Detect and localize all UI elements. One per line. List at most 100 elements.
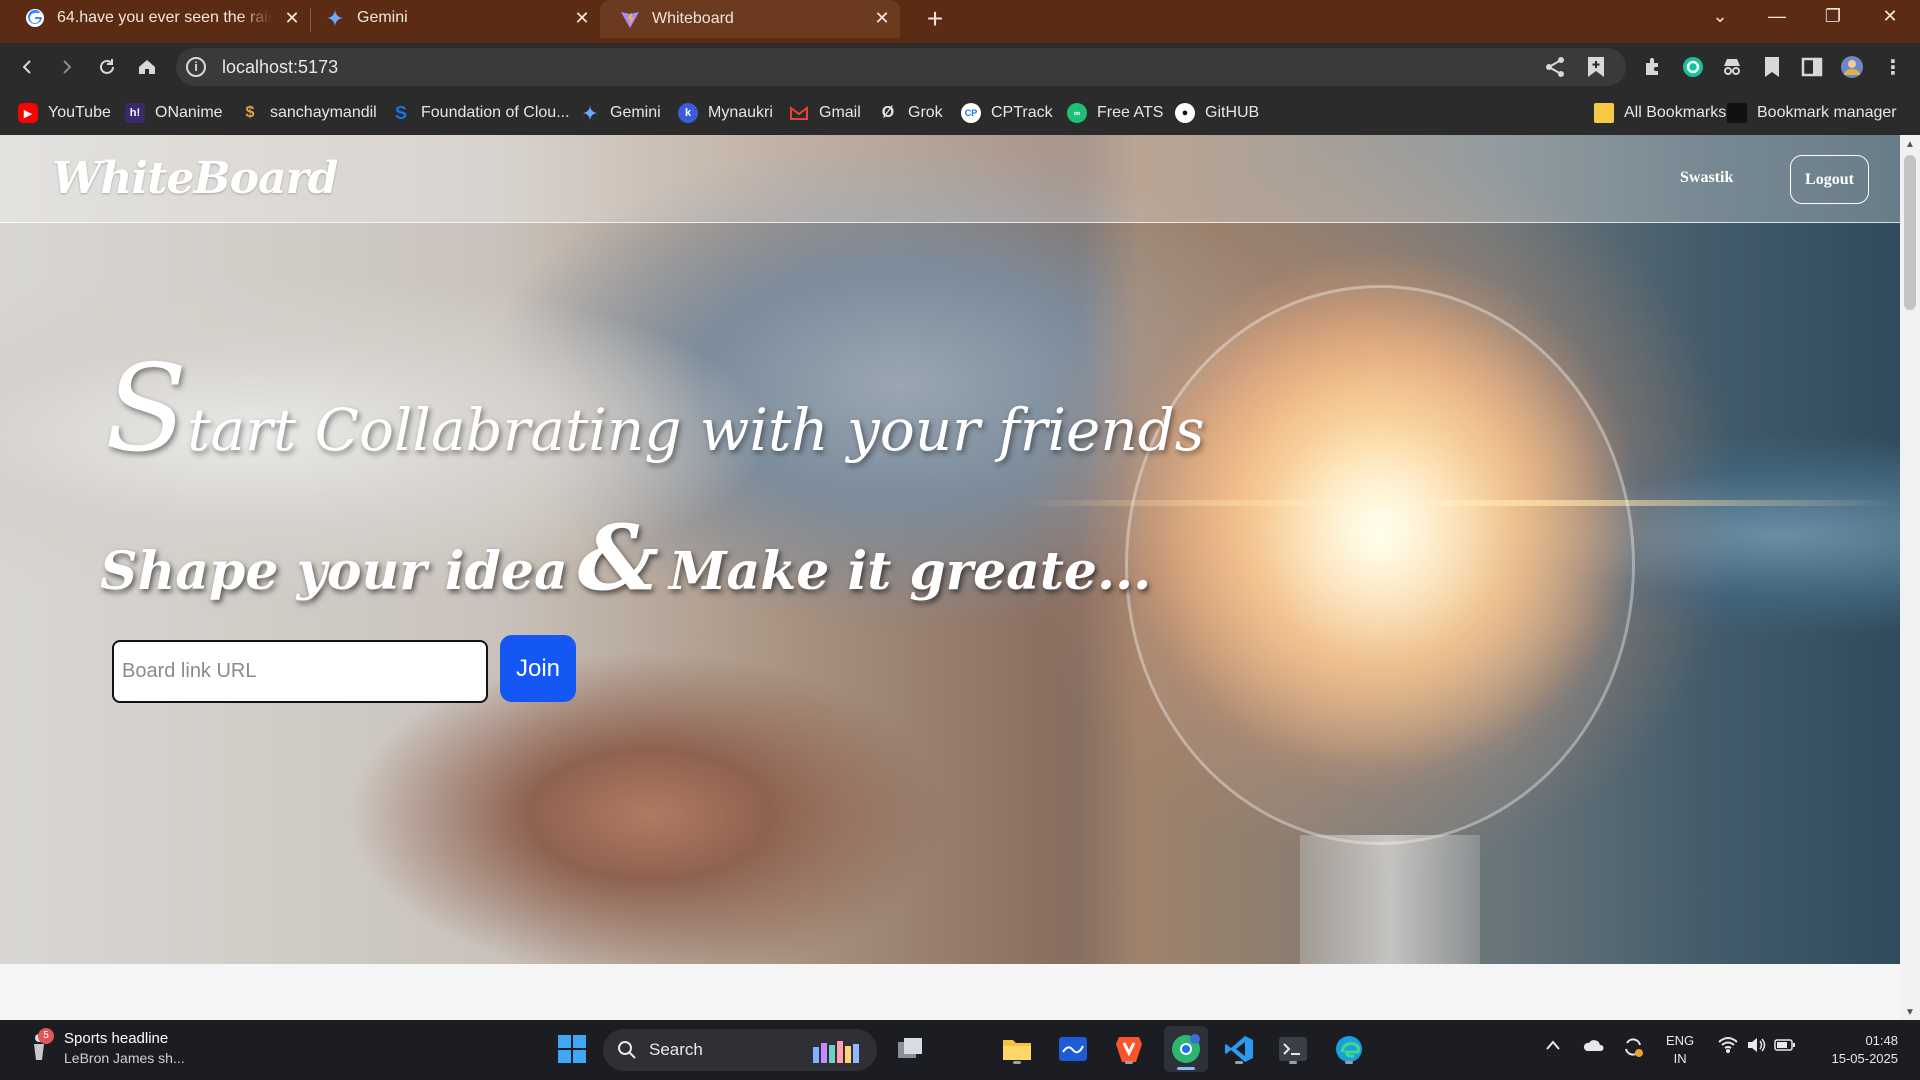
tab-whiteboard[interactable]: Whiteboard ✕: [600, 0, 900, 38]
browser-toolbar: i localhost:5173 ⋮: [0, 43, 1920, 91]
bookmark-grok[interactable]: Ø Grok: [878, 103, 943, 123]
youtube-icon: ▶: [18, 103, 38, 123]
tab-song[interactable]: 64.have you ever seen the rain rain ✕: [10, 0, 310, 36]
bookmark-onanime[interactable]: h! ONanime: [125, 103, 223, 123]
join-button[interactable]: Join: [500, 635, 576, 702]
close-tab-icon[interactable]: ✕: [872, 8, 892, 28]
url-text[interactable]: localhost:5173: [222, 57, 338, 78]
freeats-icon: ∞: [1067, 103, 1087, 123]
tab-title: Gemini: [357, 9, 408, 26]
incognito-extension-icon[interactable]: [1720, 55, 1744, 79]
bookmark-star-icon[interactable]: [1586, 56, 1606, 83]
reload-icon[interactable]: [93, 53, 121, 81]
home-icon[interactable]: [133, 53, 161, 81]
file-explorer-icon[interactable]: [1000, 1032, 1034, 1066]
lightbulb-base-image: [1300, 835, 1480, 964]
chrome-dev-icon[interactable]: [1164, 1026, 1208, 1072]
grammar-extension-icon[interactable]: [1681, 55, 1705, 79]
board-link-input[interactable]: [112, 640, 488, 703]
page-viewport: WhiteBoard Swastik Logout Start Collabra…: [0, 135, 1900, 1020]
scroll-up-arrow-icon[interactable]: ▲: [1905, 139, 1915, 150]
bookmark-foundation[interactable]: S Foundation of Clou...: [391, 103, 570, 123]
task-view-icon[interactable]: [893, 1032, 927, 1066]
news-widget[interactable]: 5 Sports headline LeBron James sh...: [28, 1028, 185, 1066]
bookmark-sanchaymandil[interactable]: $ sanchaymandil: [240, 103, 377, 123]
reading-list-icon[interactable]: [1760, 55, 1784, 79]
navbar: WhiteBoard Swastik Logout: [0, 135, 1900, 223]
subheadline-part-2: Make it greate...: [668, 541, 1152, 602]
search-label: Search: [649, 1040, 703, 1059]
subheadline-part-1: Shape your idea: [100, 541, 568, 602]
restore-icon[interactable]: ❐: [1818, 6, 1848, 27]
edge-browser-icon[interactable]: [1332, 1032, 1366, 1066]
new-tab-button[interactable]: +: [920, 3, 950, 35]
share-icon[interactable]: [1544, 56, 1566, 83]
logout-button[interactable]: Logout: [1790, 155, 1869, 204]
terminal-icon[interactable]: [1276, 1032, 1310, 1066]
bookmark-freeats[interactable]: ∞ Free ATS: [1067, 103, 1163, 123]
close-window-icon[interactable]: ✕: [1875, 6, 1905, 27]
whiteboard-app-icon[interactable]: [1056, 1032, 1090, 1066]
running-indicator: [1013, 1061, 1021, 1064]
bookmark-github[interactable]: ● GitHUB: [1175, 103, 1259, 123]
profile-avatar-icon[interactable]: [1840, 55, 1864, 79]
language-indicator[interactable]: ENG IN: [1666, 1032, 1694, 1068]
windows-taskbar: 5 Sports headline LeBron James sh... Sea…: [0, 1020, 1920, 1080]
browser-menu-icon[interactable]: ⋮: [1881, 55, 1905, 79]
windows-start-icon[interactable]: [555, 1032, 589, 1066]
news-badge: 5: [38, 1028, 54, 1044]
onanime-icon: h!: [125, 103, 145, 123]
news-subtitle: LeBron James sh...: [64, 1050, 185, 1066]
bookmark-label: Grok: [908, 104, 943, 121]
forward-icon[interactable]: [52, 53, 80, 81]
taskbar-search[interactable]: Search: [603, 1029, 877, 1071]
grok-icon: Ø: [881, 104, 895, 121]
scroll-down-arrow-icon[interactable]: ▼: [1905, 1007, 1915, 1018]
bookmark-label: sanchaymandil: [270, 104, 377, 121]
bookmark-label: Free ATS: [1097, 104, 1164, 121]
folder-icon: [1594, 103, 1614, 123]
bookmark-mynaukri[interactable]: k Mynaukri: [678, 103, 773, 123]
site-info-icon[interactable]: i: [186, 57, 206, 77]
address-bar[interactable]: i localhost:5173: [176, 48, 1626, 86]
bookmark-cptrack[interactable]: CP CPTrack: [961, 103, 1053, 123]
all-bookmarks-folder[interactable]: All Bookmarks: [1594, 103, 1726, 123]
extensions-puzzle-icon[interactable]: [1641, 55, 1665, 79]
bookmark-label: CPTrack: [991, 104, 1053, 121]
all-bookmarks-label: All Bookmarks: [1624, 104, 1727, 121]
headline-initial: S: [105, 340, 188, 479]
show-hidden-icons-chevron[interactable]: [1545, 1038, 1561, 1054]
brave-browser-icon[interactable]: [1112, 1032, 1146, 1066]
running-indicator: [1235, 1061, 1243, 1064]
page-scrollbar[interactable]: ▲ ▼: [1900, 135, 1920, 1020]
mynaukri-icon: k: [678, 103, 698, 123]
system-clock[interactable]: 01:48 15-05-2025: [1818, 1032, 1899, 1068]
bookmark-gmail[interactable]: Gmail: [789, 103, 861, 123]
bookmark-manager-label: Bookmark manager: [1757, 104, 1897, 121]
gemini-icon: [325, 8, 345, 28]
basketball-player-icon: 5: [28, 1028, 54, 1062]
close-tab-icon[interactable]: ✕: [572, 8, 592, 28]
bookmark-label: Foundation of Clou...: [421, 104, 570, 121]
close-tab-icon[interactable]: ✕: [282, 8, 302, 28]
back-icon[interactable]: [14, 53, 42, 81]
battery-icon[interactable]: [1774, 1037, 1796, 1056]
search-icon: [617, 1040, 637, 1065]
bookmark-youtube[interactable]: ▶ YouTube: [18, 103, 111, 123]
volume-icon[interactable]: [1746, 1036, 1766, 1057]
wifi-icon[interactable]: [1718, 1036, 1738, 1057]
search-highlight-icon: [809, 1035, 867, 1065]
brand-logo[interactable]: WhiteBoard: [52, 153, 338, 204]
bookmark-manager-folder[interactable]: Bookmark manager: [1727, 103, 1897, 123]
bookmark-gemini[interactable]: Gemini: [580, 103, 661, 123]
tab-title: Whiteboard: [652, 10, 734, 27]
minimize-icon[interactable]: —: [1762, 6, 1792, 27]
foundation-icon: S: [394, 102, 407, 123]
tab-search-chevron-icon[interactable]: ⌄: [1705, 6, 1735, 27]
scrollbar-thumb[interactable]: [1904, 155, 1916, 310]
side-panel-icon[interactable]: [1800, 55, 1824, 79]
vscode-icon[interactable]: [1222, 1032, 1256, 1066]
tab-gemini[interactable]: Gemini ✕: [310, 0, 600, 36]
onedrive-icon[interactable]: [1582, 1038, 1604, 1055]
sync-icon[interactable]: [1622, 1036, 1644, 1061]
